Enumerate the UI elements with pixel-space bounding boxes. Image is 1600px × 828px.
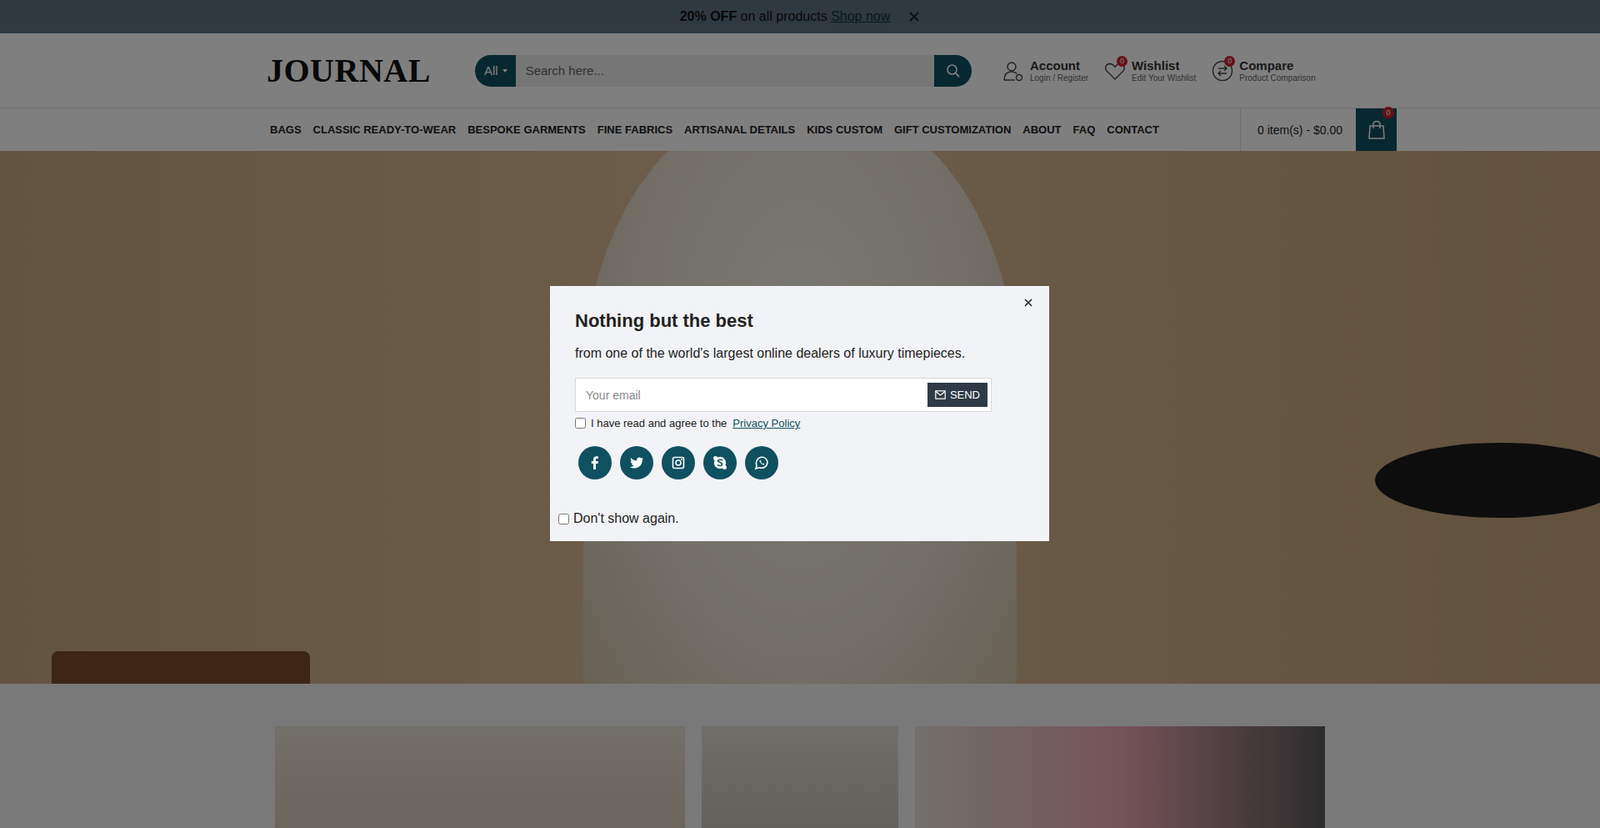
whatsapp-icon — [753, 454, 770, 471]
mail-icon — [935, 390, 946, 400]
social-button[interactable] — [620, 445, 654, 480]
popup-subtitle: from one of the world's largest online d… — [575, 344, 1025, 363]
facebook-icon — [586, 454, 604, 471]
privacy-policy-link[interactable]: Privacy Policy — [732, 416, 800, 430]
instagram-icon — [670, 454, 687, 471]
twitter-icon — [628, 454, 645, 471]
social-button[interactable] — [703, 445, 737, 480]
email-field: SEND — [575, 377, 992, 412]
popup-title: Nothing but the best — [575, 309, 1025, 333]
social-button[interactable] — [661, 445, 695, 480]
newsletter-popup: Nothing but the best from one of the worl… — [550, 285, 1050, 541]
close-icon[interactable] — [1022, 296, 1035, 309]
dont-show-label: Don't show again. — [573, 510, 680, 526]
social-button[interactable] — [578, 445, 612, 480]
consent-row[interactable]: I have read and agree to the Privacy Poli… — [575, 416, 1025, 430]
email-input[interactable] — [579, 388, 928, 402]
consent-checkbox[interactable] — [575, 417, 586, 429]
page: 20% OFF on all products Shop nowJOURNALA… — [0, 0, 1600, 828]
dont-show-checkbox[interactable] — [558, 513, 570, 525]
skype-icon — [711, 454, 729, 471]
send-button[interactable]: SEND — [927, 382, 988, 407]
social-button[interactable] — [745, 445, 779, 480]
dont-show-row[interactable]: Don't show again. — [558, 510, 1050, 526]
consent-text: I have read and agree to the — [590, 416, 727, 430]
